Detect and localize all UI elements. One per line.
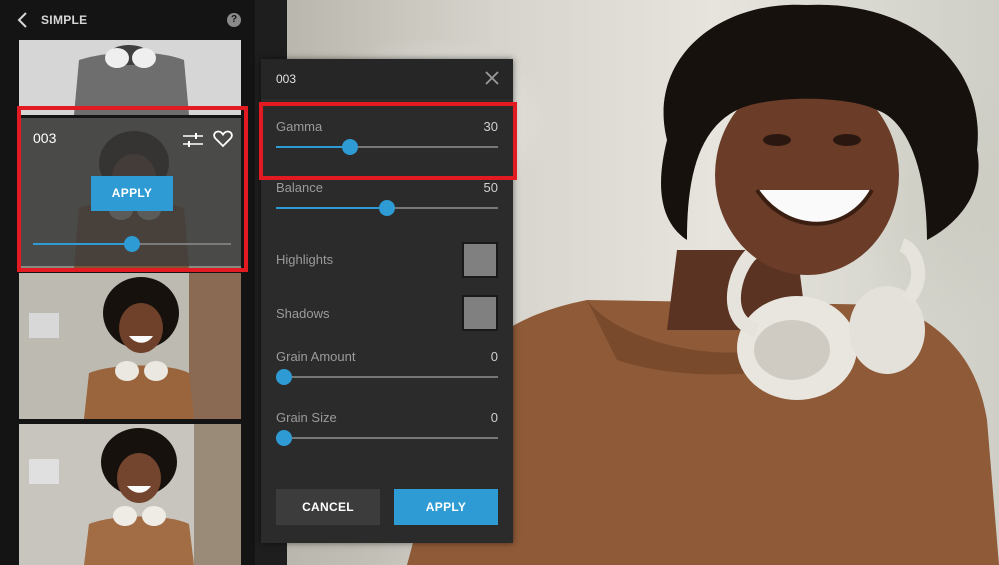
slider-fill [276, 207, 387, 209]
grain-size-value: 0 [490, 410, 498, 425]
balance-value: 50 [483, 180, 498, 195]
slider-handle[interactable] [124, 236, 140, 252]
cancel-button[interactable]: CANCEL [276, 489, 380, 525]
apply-button[interactable]: APPLY [394, 489, 498, 525]
section-title: SIMPLE [41, 13, 88, 27]
panel-header: 003 [261, 59, 513, 99]
grain-amount-label: Grain Amount [276, 349, 356, 364]
slider-handle[interactable] [276, 430, 292, 446]
shadows-color-swatch[interactable] [462, 295, 498, 331]
adjust-panel: 003 Gamma 30 Balance 50 Highlights Shado… [261, 59, 513, 543]
highlights-color-swatch[interactable] [462, 242, 498, 278]
slider-track [276, 376, 498, 378]
slider-fill [33, 243, 132, 245]
grain-size-slider[interactable] [276, 430, 498, 446]
thumbnail-apply-button[interactable]: APPLY [91, 176, 173, 211]
gamma-value: 30 [483, 119, 498, 134]
sliders-adjust-icon[interactable] [183, 132, 203, 148]
gamma-label: Gamma [276, 119, 323, 134]
preset-thumbnail[interactable] [19, 40, 241, 115]
slider-track [276, 437, 498, 439]
help-icon[interactable]: ? [227, 13, 241, 27]
slider-handle[interactable] [276, 369, 292, 385]
preset-strength-slider[interactable] [33, 236, 231, 252]
grain-amount-slider[interactable] [276, 369, 498, 385]
chevron-left-icon[interactable] [16, 12, 30, 28]
thumbnail-image [19, 424, 241, 565]
photo-editor: SIMPLE ? 003 APPLY 003 Gamma 30 Balance … [0, 0, 999, 565]
preset-thumbnail[interactable] [19, 424, 241, 565]
preset-thumbnail[interactable] [19, 273, 241, 419]
thumbnail-image [19, 273, 241, 419]
sidebar-header: SIMPLE ? [0, 0, 255, 40]
grain-size-label: Grain Size [276, 410, 337, 425]
balance-slider[interactable] [276, 200, 498, 216]
thumbnail-image [74, 45, 189, 115]
close-icon[interactable] [485, 71, 499, 85]
slider-fill [276, 146, 350, 148]
panel-title: 003 [276, 72, 297, 86]
slider-handle[interactable] [379, 200, 395, 216]
preset-sidebar: SIMPLE ? 003 APPLY [0, 0, 255, 565]
gamma-slider[interactable] [276, 139, 498, 155]
highlights-control: Highlights [276, 242, 498, 278]
heart-icon[interactable] [213, 130, 233, 148]
shadows-label: Shadows [276, 306, 330, 321]
preset-name: 003 [33, 130, 57, 146]
slider-handle[interactable] [341, 139, 358, 155]
highlights-label: Highlights [276, 252, 334, 267]
shadows-control: Shadows [276, 295, 498, 331]
balance-label: Balance [276, 180, 323, 195]
active-preset-card[interactable]: 003 APPLY [21, 118, 241, 266]
grain-amount-value: 0 [490, 349, 498, 364]
